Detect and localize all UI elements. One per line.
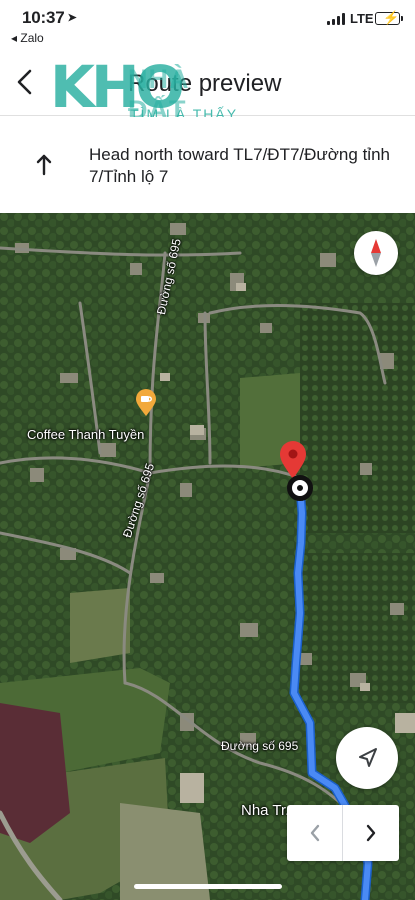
battery-icon: ⚡: [375, 10, 403, 25]
home-indicator[interactable]: [134, 884, 282, 889]
step-pager: [287, 805, 399, 861]
back-to-app-link[interactable]: ◂ Zalo: [11, 31, 44, 45]
road-label: Đường số 695: [221, 739, 299, 753]
satellite-imagery: [0, 213, 415, 900]
signal-icon: [327, 13, 347, 25]
compass-icon: [371, 239, 381, 267]
compass-button[interactable]: [354, 231, 398, 275]
back-button[interactable]: [12, 64, 40, 100]
navigate-button[interactable]: [336, 727, 398, 789]
cafe-pin-icon[interactable]: [135, 389, 157, 417]
back-arrow-icon: [17, 69, 32, 95]
step-instruction: Head north toward TL7/ĐT7/Đường tỉnh 7/T…: [89, 145, 390, 186]
chevron-left-icon: [310, 824, 320, 842]
page-title: Route preview: [128, 70, 282, 97]
straight-arrow-icon: [34, 153, 54, 177]
clock-text: 10:37: [22, 8, 65, 27]
next-step-button[interactable]: [343, 805, 399, 861]
status-bar: 10:37 ➤ ◂ Zalo LTE ⚡: [0, 0, 415, 48]
start-point-marker: [287, 475, 313, 501]
cafe-label[interactable]: Coffee Thanh Tuyền: [27, 427, 144, 442]
back-app-label: Zalo: [20, 31, 44, 45]
direction-step[interactable]: Head north toward TL7/ĐT7/Đường tỉnh 7/T…: [0, 117, 415, 213]
chevron-right-icon: [366, 824, 376, 842]
location-arrow-icon: ➤: [67, 12, 77, 24]
status-time: 10:37 ➤: [22, 8, 77, 28]
navigation-arrow-icon: [359, 748, 377, 767]
header: Route preview: [0, 48, 415, 116]
map-view[interactable]: Đường số 695 Đường số 695 Đường số 695 C…: [0, 213, 415, 900]
network-label: LTE: [350, 11, 374, 26]
previous-step-button[interactable]: [287, 805, 343, 861]
